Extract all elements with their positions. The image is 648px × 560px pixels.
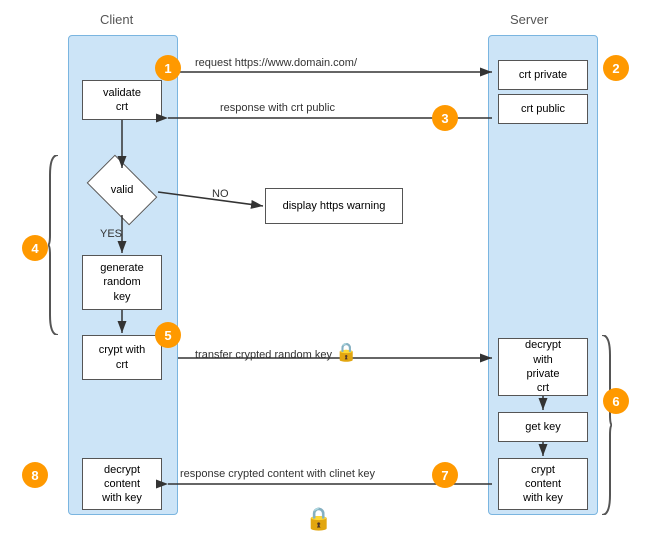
crypt-content-box: cryptcontentwith key bbox=[498, 458, 588, 510]
display-warning-box: display https warning bbox=[265, 188, 403, 224]
transfer-label: transfer crypted random key 🔒 bbox=[195, 342, 357, 363]
lock-icon-transfer: 🔒 bbox=[335, 342, 357, 362]
crt-private-box: crt private bbox=[498, 60, 588, 90]
badge-1: 1 bbox=[155, 55, 181, 81]
crypt-with-crt-box: crypt withcrt bbox=[82, 335, 162, 380]
response-crt-label: response with crt public bbox=[220, 102, 335, 114]
brace-4 bbox=[46, 155, 62, 340]
badge-3: 3 bbox=[432, 105, 458, 131]
server-label: Server bbox=[510, 12, 548, 27]
decrypt-content-box: decryptcontentwith key bbox=[82, 458, 162, 510]
valid-diamond: valid bbox=[92, 170, 158, 214]
get-key-box: get key bbox=[498, 412, 588, 442]
generate-key-box: generaterandomkey bbox=[82, 255, 162, 310]
response-crypted-label: response crypted content with clinet key bbox=[180, 468, 375, 480]
brace-6 bbox=[598, 335, 614, 520]
request-label: request https://www.domain.com/ bbox=[195, 57, 357, 69]
crt-public-box: crt public bbox=[498, 94, 588, 124]
yes-label: YES bbox=[100, 228, 122, 240]
client-label: Client bbox=[100, 12, 133, 27]
diagram: Client Server validatecrt crt private cr… bbox=[0, 0, 648, 560]
badge-6: 6 bbox=[603, 388, 629, 414]
no-label: NO bbox=[212, 188, 229, 200]
badge-4: 4 bbox=[22, 235, 48, 261]
validate-crt-box: validatecrt bbox=[82, 80, 162, 120]
badge-5: 5 bbox=[155, 322, 181, 348]
decrypt-private-box: decryptwithprivatecrt bbox=[498, 338, 588, 396]
badge-7: 7 bbox=[432, 462, 458, 488]
badge-2: 2 bbox=[603, 55, 629, 81]
badge-8: 8 bbox=[22, 462, 48, 488]
bottom-lock-icon: 🔒 bbox=[305, 506, 332, 532]
